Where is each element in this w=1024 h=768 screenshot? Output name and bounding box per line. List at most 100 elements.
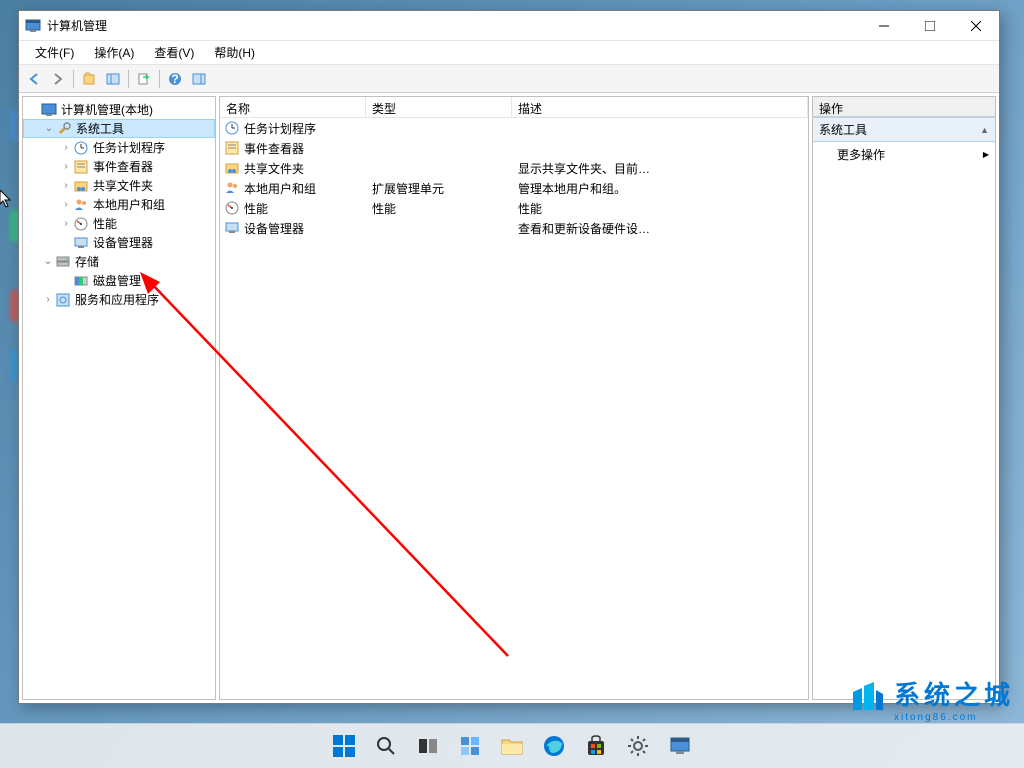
expand-icon[interactable]: › [41,294,55,305]
list-header: 名称 类型 描述 [220,97,808,118]
device-icon [73,235,89,251]
help-button[interactable]: ? [164,68,186,90]
actions-more-label: 更多操作 [837,146,885,163]
tree-services[interactable]: › 服务和应用程序 [23,290,215,309]
expand-icon[interactable]: › [59,161,73,172]
watermark-url: xitong86.com [894,712,1014,723]
collapse-icon[interactable]: ⌄ [41,256,55,267]
tree-label: 计算机管理(本地) [61,101,153,118]
export-button[interactable] [133,68,155,90]
tree-system-tools[interactable]: ⌄ 系统工具 [23,119,215,138]
computer-management-window: 计算机管理 文件(F) 操作(A) 查看(V) 帮助(H) ? 计算机管理(本地 [18,10,1000,704]
widgets-button[interactable] [451,727,489,765]
actions-more[interactable]: 更多操作 ▶ [813,142,995,167]
clock-icon [224,120,240,136]
collapse-icon: ▲ [980,125,989,135]
performance-icon [73,216,89,232]
storage-icon [55,254,71,270]
tree-root[interactable]: 计算机管理(本地) [23,100,215,119]
tree-label: 共享文件夹 [93,177,153,194]
computer-icon [41,102,57,118]
watermark: 系统之城 xitong86.com [848,675,1014,723]
list-item-device-manager[interactable]: 设备管理器 查看和更新设备硬件设… [220,218,808,238]
list-item-local-users[interactable]: 本地用户和组 扩展管理单元 管理本地用户和组。 [220,178,808,198]
users-icon [73,197,89,213]
tree-event-viewer[interactable]: › 事件查看器 [23,157,215,176]
expand-icon[interactable]: › [59,218,73,229]
tree-disk-management[interactable]: 磁盘管理 [23,271,215,290]
item-name: 事件查看器 [244,140,304,157]
list-item-performance[interactable]: 性能 性能 性能 [220,198,808,218]
watermark-logo-icon [848,680,886,718]
list-item-event-viewer[interactable]: 事件查看器 [220,138,808,158]
tree-label: 任务计划程序 [93,139,165,156]
cursor-icon [0,190,14,208]
list-item-task-scheduler[interactable]: 任务计划程序 [220,118,808,138]
maximize-button[interactable] [907,11,953,41]
store-button[interactable] [577,727,615,765]
tree-label: 服务和应用程序 [75,291,159,308]
item-name: 任务计划程序 [244,120,316,137]
column-type[interactable]: 类型 [366,97,512,117]
actions-header: 操作 [813,97,995,117]
item-type: 扩展管理单元 [372,180,444,197]
services-icon [55,292,71,308]
tree-panel: 计算机管理(本地) ⌄ 系统工具 › 任务计划程序 › 事件查看器 › 共享文件… [22,96,216,700]
separator [159,70,160,88]
edge-button[interactable] [535,727,573,765]
list-panel: 名称 类型 描述 任务计划程序 事件查看器 共享文件夹 显示 [219,96,809,700]
close-button[interactable] [953,11,999,41]
menu-view[interactable]: 查看(V) [144,42,204,63]
menu-action[interactable]: 操作(A) [84,42,144,63]
tree-storage[interactable]: ⌄ 存储 [23,252,215,271]
start-button[interactable] [325,727,363,765]
menu-help[interactable]: 帮助(H) [204,42,265,63]
clock-icon [73,140,89,156]
task-view-button[interactable] [409,727,447,765]
search-button[interactable] [367,727,405,765]
menu-file[interactable]: 文件(F) [25,42,84,63]
device-icon [224,220,240,236]
event-icon [73,159,89,175]
item-desc: 显示共享文件夹、目前… [518,160,650,177]
expand-icon[interactable]: › [59,180,73,191]
shared-folder-icon [73,178,89,194]
item-desc: 性能 [518,200,542,217]
show-hide-button[interactable] [102,68,124,90]
actions-section[interactable]: 系统工具 ▲ [813,117,995,142]
titlebar[interactable]: 计算机管理 [19,11,999,41]
up-button[interactable] [78,68,100,90]
actions-panel: 操作 系统工具 ▲ 更多操作 ▶ [812,96,996,700]
app-icon [25,18,41,34]
computer-management-taskbar-button[interactable] [661,727,699,765]
tree-local-users[interactable]: › 本地用户和组 [23,195,215,214]
actions-section-label: 系统工具 [819,121,867,138]
menubar: 文件(F) 操作(A) 查看(V) 帮助(H) [19,41,999,65]
collapse-icon[interactable]: ⌄ [42,123,56,134]
forward-button[interactable] [47,68,69,90]
svg-text:?: ? [171,72,178,86]
tree-shared-folders[interactable]: › 共享文件夹 [23,176,215,195]
toolbar: ? [19,65,999,93]
tree-label: 性能 [93,215,117,232]
item-type: 性能 [372,200,396,217]
expand-icon[interactable]: › [59,142,73,153]
tree-label: 存储 [75,253,99,270]
tree-device-manager[interactable]: 设备管理器 [23,233,215,252]
separator [73,70,74,88]
tree-performance[interactable]: › 性能 [23,214,215,233]
tree-task-scheduler[interactable]: › 任务计划程序 [23,138,215,157]
item-name: 本地用户和组 [244,180,316,197]
file-explorer-button[interactable] [493,727,531,765]
expand-icon[interactable]: › [59,199,73,210]
minimize-button[interactable] [861,11,907,41]
disk-icon [73,273,89,289]
settings-button[interactable] [619,727,657,765]
list-item-shared-folders[interactable]: 共享文件夹 显示共享文件夹、目前… [220,158,808,178]
event-icon [224,140,240,156]
list-body: 任务计划程序 事件查看器 共享文件夹 显示共享文件夹、目前… 本地用户和组 扩展… [220,118,808,699]
show-action-pane-button[interactable] [188,68,210,90]
column-name[interactable]: 名称 [220,97,366,117]
column-desc[interactable]: 描述 [512,97,808,117]
back-button[interactable] [23,68,45,90]
